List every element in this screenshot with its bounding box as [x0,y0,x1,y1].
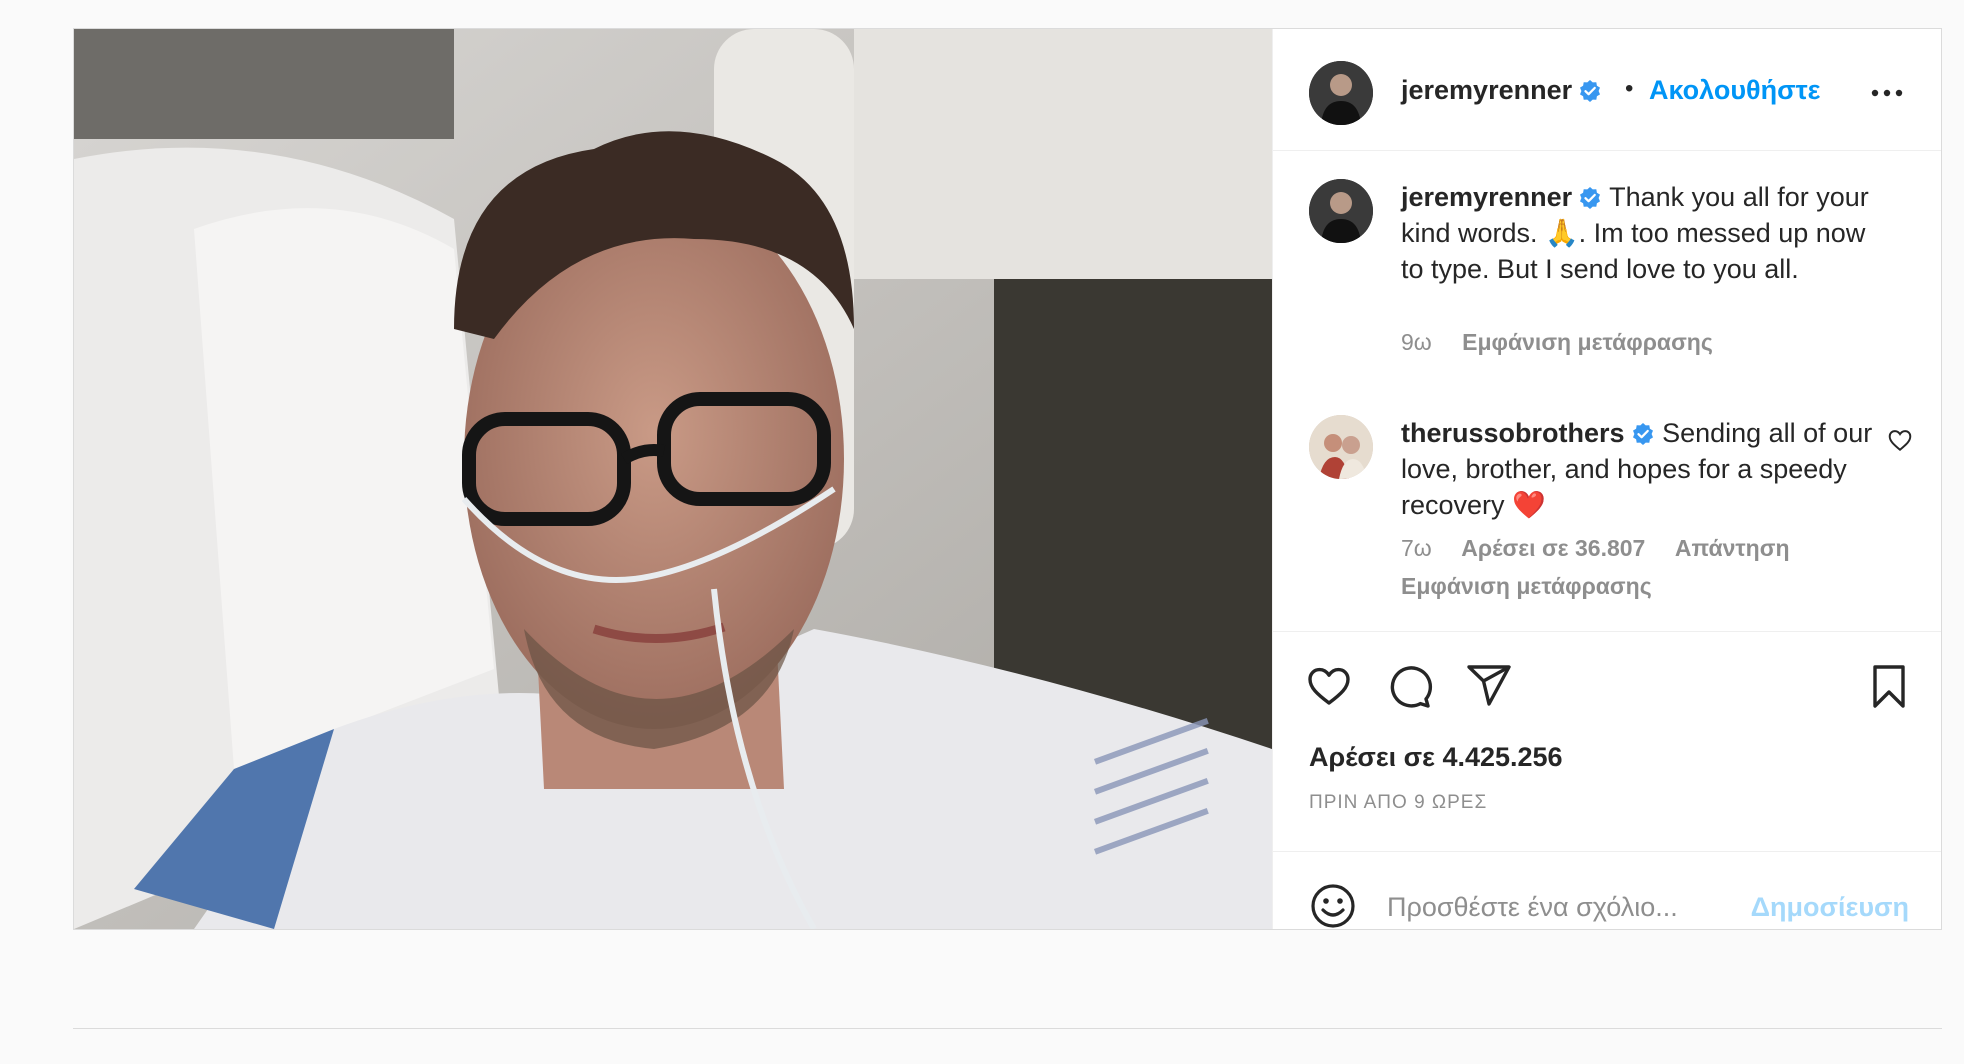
post-actions: Αρέσει σε 4.425.256 ΠΡΙΝ ΑΠΟ 9 ΩΡΕΣ [1273,631,1941,851]
share-icon[interactable] [1465,662,1513,710]
avatar-image [1309,179,1373,243]
add-comment-bar: Δημοσίευση [1273,851,1941,934]
comment-reply-link[interactable]: Απάντηση [1675,535,1790,561]
comment-translate-row: Εμφάνιση μετάφρασης [1401,573,1676,600]
comment-time[interactable]: 7ω [1401,535,1432,561]
hospital-selfie-image [74,29,1272,929]
comment-text-block: therussobrothers Sending all of our love… [1401,415,1876,523]
post-timestamp[interactable]: ΠΡΙΝ ΑΠΟ 9 ΩΡΕΣ [1309,792,1487,814]
post-photo[interactable] [74,29,1272,929]
avatar-image [1309,61,1373,125]
comment-input[interactable] [1385,880,1769,934]
emoji-icon[interactable] [1309,882,1357,930]
heart-icon[interactable] [1305,662,1353,710]
caption-translate-link[interactable]: Εμφάνιση μετάφρασης [1462,329,1713,355]
comment-item: therussobrothers Sending all of our love… [1273,415,1941,631]
caption-time[interactable]: 9ω [1401,329,1432,355]
comments-list[interactable]: jeremyrenner Thank you all for your kind… [1273,151,1941,631]
comment-like-heart-icon[interactable] [1887,427,1913,453]
follow-button[interactable]: Ακολουθήστε [1649,75,1820,106]
verified-badge-icon [1580,80,1601,102]
header-separator: • [1625,75,1634,102]
author-avatar[interactable] [1309,61,1373,125]
comment-translate-link[interactable]: Εμφάνιση μετάφρασης [1401,573,1652,599]
author-username-row: jeremyrenner [1401,75,1602,106]
commenter-avatar[interactable] [1309,415,1373,479]
caption-username[interactable]: jeremyrenner [1401,182,1572,212]
publish-button[interactable]: Δημοσίευση [1751,892,1909,923]
bookmark-icon[interactable] [1865,662,1913,710]
instagram-post: jeremyrenner • Ακολουθήστε jeremyrenner … [73,28,1942,934]
caption-item: jeremyrenner Thank you all for your kind… [1273,179,1941,379]
avatar-image [1309,415,1373,479]
author-username[interactable]: jeremyrenner [1401,75,1572,105]
post-sidebar: jeremyrenner • Ακολουθήστε jeremyrenner … [1272,29,1941,934]
verified-badge-icon [1632,423,1653,445]
caption-meta: 9ω Εμφάνιση μετάφρασης [1401,329,1737,356]
caption-text-block: jeremyrenner Thank you all for your kind… [1401,179,1876,287]
comment-meta: 7ω Αρέσει σε 36.807 Απάντηση [1401,535,1814,562]
page-divider [73,1028,1942,1029]
likes-count[interactable]: Αρέσει σε 4.425.256 [1309,742,1563,773]
post-header: jeremyrenner • Ακολουθήστε [1273,29,1941,151]
comment-username[interactable]: therussobrothers [1401,418,1625,448]
more-options-icon[interactable] [1869,87,1905,99]
comment-likes[interactable]: Αρέσει σε 36.807 [1461,535,1645,561]
caption-avatar[interactable] [1309,179,1373,243]
comment-icon[interactable] [1385,662,1433,710]
verified-badge-icon [1580,187,1601,209]
